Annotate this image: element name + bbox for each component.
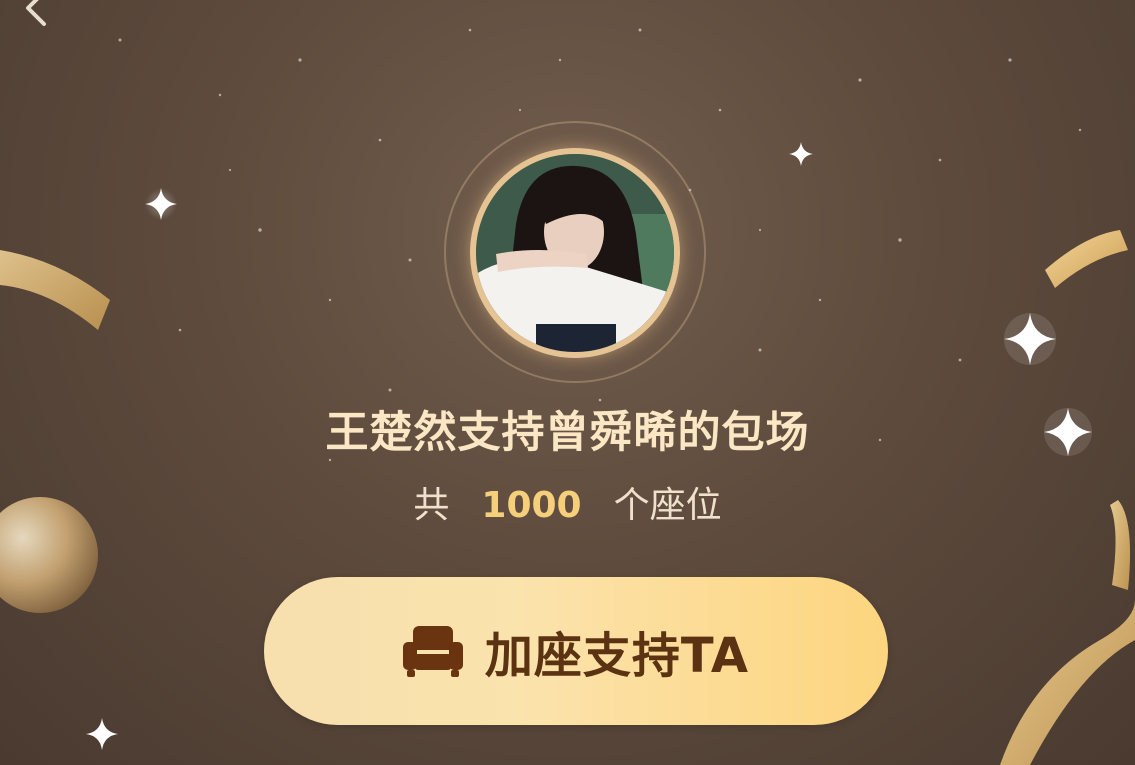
sparkle-icon [145, 188, 177, 220]
sofa-icon [402, 626, 463, 677]
seat-count-prefix: 共 [413, 485, 450, 526]
add-seat-support-button[interactable]: 加座支持TA [264, 577, 888, 725]
seat-count: 共 1000 个座位 [0, 476, 1135, 528]
avatar[interactable] [470, 148, 680, 358]
sparkle-icon [789, 142, 813, 166]
chevron-left-icon [26, 0, 46, 26]
seat-count-suffix: 个座位 [613, 485, 722, 526]
page-title: 王楚然支持曾舜晞的包场 [325, 408, 810, 458]
seat-count-number: 1000 [481, 485, 582, 526]
back-button[interactable] [14, 0, 60, 32]
sparkle-icon [86, 718, 118, 750]
sparkle-icon [1004, 313, 1056, 365]
add-seat-support-label: 加座支持TA [484, 628, 750, 684]
avatar-photo [476, 154, 674, 352]
